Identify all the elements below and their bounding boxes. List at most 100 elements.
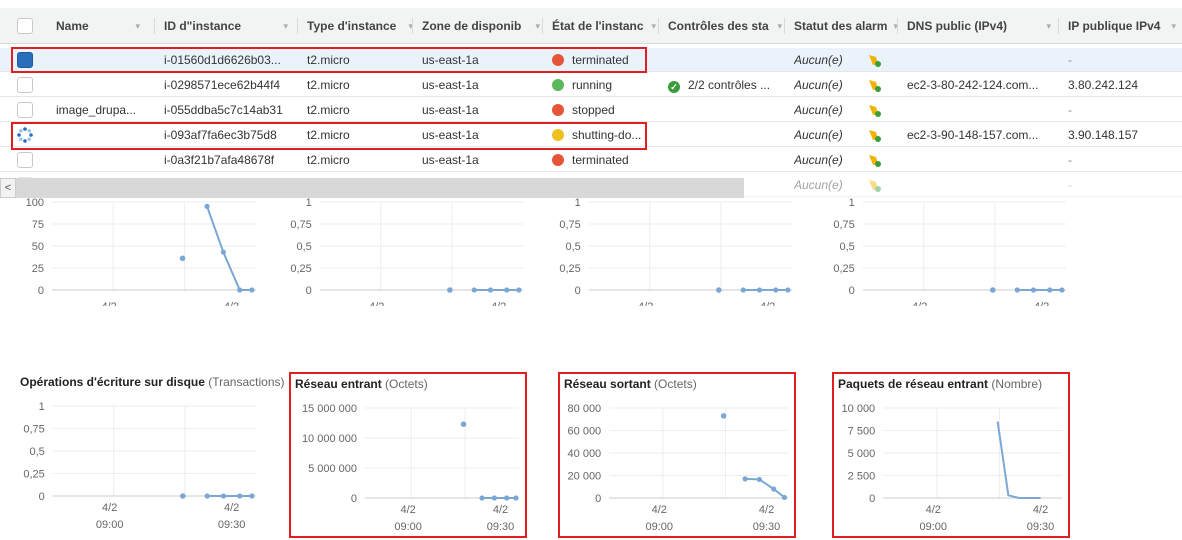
y-tick-label: 50 [32, 241, 44, 253]
x-tick-date: 4/2 [101, 301, 116, 306]
row-checkbox[interactable] [17, 102, 33, 118]
chart-panel[interactable]: 00,250,50,7514/209:004/209:30 [283, 196, 533, 306]
data-point [447, 287, 453, 293]
data-point [716, 287, 722, 293]
chart-panel[interactable]: 00,250,50,7514/209:004/209:30 [826, 196, 1076, 306]
table-row[interactable]: i-01560d1d6626b03... t2.micro us-east-1a te… [0, 48, 1182, 72]
column-header-4[interactable]: Zone de disponib ▾ [422, 8, 544, 44]
chart-panel[interactable]: 02550751004/209:004/209:30 [16, 196, 266, 306]
row-checkbox[interactable] [17, 52, 33, 68]
cell-text: Aucun(e) [794, 128, 843, 142]
cell-checks [668, 48, 786, 72]
add-alarm-icon[interactable] [866, 127, 882, 143]
x-tick-date: 4/2 [102, 502, 117, 514]
cell-id: i-01560d1d6626b03... [164, 48, 292, 72]
cell-text: stopped [572, 103, 615, 117]
sort-icon[interactable]: ▾ [535, 8, 540, 44]
sort-icon[interactable]: ▾ [651, 8, 656, 44]
y-tick-label: 1 [39, 401, 45, 413]
table-row[interactable]: i-0a3f21b7afa48678f t2.micro us-east-1a ter… [0, 148, 1182, 172]
series-line [206, 206, 252, 291]
data-point [781, 494, 788, 501]
state-dot-icon [552, 79, 564, 91]
sort-icon[interactable]: ▾ [135, 8, 140, 44]
cell-text: t2.micro [307, 53, 350, 67]
column-header-5[interactable]: État de l'instanc ▾ [552, 8, 660, 44]
sort-icon[interactable]: ▾ [777, 8, 782, 44]
cell-dns [907, 98, 1055, 122]
table-row[interactable]: i-0298571ece62b44f4 t2.micro us-east-1a run… [0, 73, 1182, 97]
column-header-label: DNS public (IPv4) [907, 19, 1008, 33]
y-tick-label: 0 [869, 493, 875, 505]
add-alarm-icon[interactable] [866, 52, 882, 68]
data-point [460, 421, 467, 427]
column-header-9[interactable]: IP publique IPv4 ▾ [1068, 8, 1180, 44]
chart-svg: 0 20 000 40 000 60 000 80 000 4/2 09:00 4/2 09:3… [568, 403, 788, 533]
cell-text: ec2-3-80-242-124.com... [907, 78, 1039, 92]
instances-table: Name ▾ ID d"instance ▾ Type d'instance ▾ Zone … [0, 0, 1182, 200]
chart-svg: 00,250,50,7514/209:004/209:30 [833, 197, 1066, 306]
add-alarm-icon[interactable] [866, 152, 882, 168]
x-tick-date: 4/2 [224, 301, 239, 306]
data-point [990, 287, 996, 293]
column-header-6[interactable]: Contrôles des sta ▾ [668, 8, 786, 44]
cell-dns [907, 48, 1055, 72]
row-checkbox[interactable] [17, 152, 33, 168]
column-header-1[interactable]: Name ▾ [56, 8, 144, 44]
x-tick-date: 4/2 [760, 301, 775, 306]
chart-panel[interactable]: Paquets de réseau entrant (Nombre) 0 2 500… [832, 372, 1070, 538]
y-tick-label: 1 [575, 197, 581, 209]
data-point [220, 493, 227, 499]
table-row[interactable]: image_drupa... i-055ddba5c7c14ab31 t2.micr… [0, 98, 1182, 122]
x-tick-date: 4/2 [912, 301, 927, 306]
table-row[interactable]: i-093af7fa6ec3b75d8 t2.micro us-east-1a shu… [0, 123, 1182, 147]
cell-text: t2.micro [307, 78, 350, 92]
horizontal-scrollbar[interactable] [0, 178, 744, 198]
data-point [237, 287, 243, 293]
cell-dns [907, 173, 1055, 197]
cell-text: 2/2 contrôles ... [688, 78, 771, 92]
y-tick-label: 0 [575, 285, 581, 297]
chart-panel[interactable]: Opérations d'écriture sur disque (Transa… [16, 372, 285, 538]
add-alarm-icon[interactable] [866, 102, 882, 118]
y-tick-label: 5 000 000 [308, 463, 357, 475]
column-header-8[interactable]: DNS public (IPv4) ▾ [907, 8, 1055, 44]
cell-text: shutting-do... [572, 128, 642, 142]
cell-dns [907, 148, 1055, 172]
cell-text: Aucun(e) [794, 178, 843, 192]
chart-svg: 00,250,50,7514/209:004/209:30 [290, 197, 523, 306]
column-header-7[interactable]: Statut des alarm ▾ [794, 8, 902, 44]
add-alarm-icon[interactable] [866, 77, 882, 93]
x-tick-date: 4/2 [369, 301, 384, 306]
sort-icon[interactable]: ▾ [283, 8, 288, 44]
y-tick-label: 0,5 [297, 241, 312, 253]
sort-icon[interactable]: ▾ [1046, 8, 1051, 44]
y-tick-label: 7 500 [848, 426, 876, 438]
cell-text: 3.90.148.157 [1068, 128, 1139, 142]
y-tick-label: 0 [595, 493, 601, 505]
cell-state: running [552, 73, 660, 97]
monitoring-charts: 02550751004/209:004/209:3000,250,50,7514… [0, 196, 1182, 540]
chart-panel[interactable]: Réseau sortant (Octets) 0 20 000 40 000 60 0… [558, 372, 796, 538]
cell-checks [668, 123, 786, 147]
add-alarm-icon[interactable] [866, 177, 882, 193]
chart-panel[interactable]: 00,250,50,7514/209:004/209:30 [552, 196, 802, 306]
y-tick-label: 0,25 [23, 469, 44, 481]
row-checkbox[interactable] [17, 77, 33, 93]
sort-icon[interactable]: ▾ [1171, 8, 1176, 44]
cell-type: t2.micro [307, 73, 417, 97]
cell-state: terminated [552, 48, 660, 72]
data-point [773, 287, 779, 293]
data-point [742, 476, 748, 482]
cell-ip: 3.90.148.157 [1068, 123, 1180, 147]
cell-state: stopped [552, 98, 660, 122]
chevron-left-icon[interactable]: < [0, 178, 16, 198]
data-point [471, 287, 477, 293]
chart-panel[interactable]: Réseau entrant (Octets) 0 5 000 000 10 000 … [289, 372, 527, 538]
column-header-2[interactable]: ID d"instance ▾ [164, 8, 292, 44]
cell-zone: us-east-1a [422, 48, 544, 72]
cell-name [56, 73, 144, 97]
y-tick-label: 100 [26, 197, 44, 209]
select-all-checkbox[interactable] [17, 18, 33, 34]
column-header-3[interactable]: Type d'instance ▾ [307, 8, 417, 44]
